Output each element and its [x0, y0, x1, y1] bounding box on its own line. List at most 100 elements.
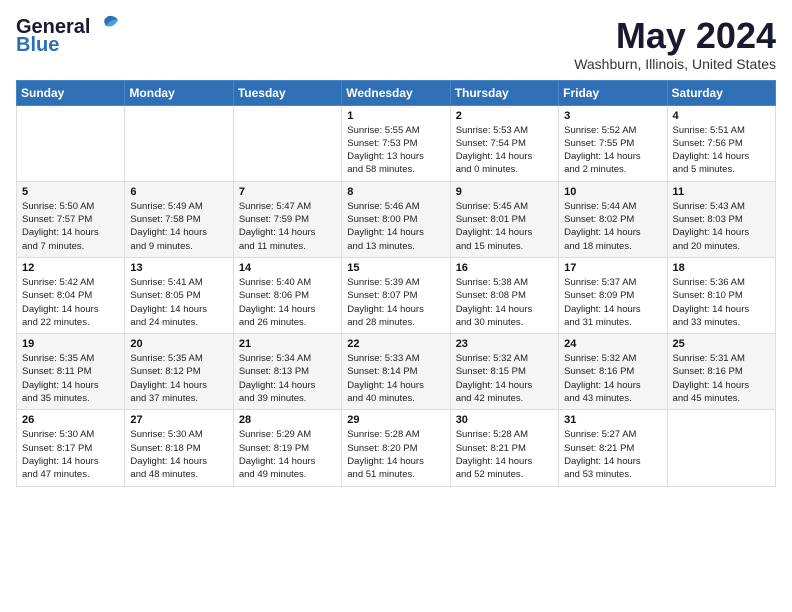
calendar-header-saturday: Saturday — [667, 80, 775, 105]
day-info: Sunrise: 5:27 AM Sunset: 8:21 PM Dayligh… — [564, 428, 661, 481]
day-number: 14 — [239, 262, 336, 274]
title-section: May 2024 Washburn, Illinois, United Stat… — [574, 16, 776, 72]
day-info: Sunrise: 5:41 AM Sunset: 8:05 PM Dayligh… — [130, 276, 227, 329]
calendar-table: SundayMondayTuesdayWednesdayThursdayFrid… — [16, 80, 776, 487]
day-info: Sunrise: 5:35 AM Sunset: 8:11 PM Dayligh… — [22, 352, 119, 405]
calendar-cell — [17, 105, 125, 181]
day-info: Sunrise: 5:31 AM Sunset: 8:16 PM Dayligh… — [673, 352, 770, 405]
calendar-cell: 20Sunrise: 5:35 AM Sunset: 8:12 PM Dayli… — [125, 334, 233, 410]
day-info: Sunrise: 5:32 AM Sunset: 8:16 PM Dayligh… — [564, 352, 661, 405]
calendar-cell: 8 Sunrise: 5:46 AM Sunset: 8:00 PM Daylig… — [342, 181, 450, 257]
day-number: 24 — [564, 338, 661, 350]
calendar-cell: 14 Sunrise: 5:40 AM Sunset: 8:06 PM Dayli… — [233, 257, 341, 333]
day-number: 17 — [564, 262, 661, 274]
day-number: 9 — [456, 186, 553, 198]
calendar-week-row: 5Sunrise: 5:50 AM Sunset: 7:57 PM Daylig… — [17, 181, 776, 257]
day-info: Sunrise: 5:39 AM Sunset: 8:07 PM Dayligh… — [347, 276, 444, 329]
day-number: 30 — [456, 414, 553, 426]
day-number: 16 — [456, 262, 553, 274]
day-number: 31 — [564, 414, 661, 426]
calendar-header-tuesday: Tuesday — [233, 80, 341, 105]
calendar-cell: 7Sunrise: 5:47 AM Sunset: 7:59 PM Daylig… — [233, 181, 341, 257]
day-info: Sunrise: 5:30 AM Sunset: 8:17 PM Dayligh… — [22, 428, 119, 481]
day-info: Sunrise: 5:46 AM Sunset: 8:00 PM Dayligh… — [347, 200, 444, 253]
day-number: 25 — [673, 338, 770, 350]
logo: General Blue — [16, 16, 120, 57]
calendar-cell: 9Sunrise: 5:45 AM Sunset: 8:01 PM Daylig… — [450, 181, 558, 257]
day-number: 2 — [456, 110, 553, 122]
location: Washburn, Illinois, United States — [574, 56, 776, 72]
day-number: 4 — [673, 110, 770, 122]
day-number: 7 — [239, 186, 336, 198]
calendar-cell: 10 Sunrise: 5:44 AM Sunset: 8:02 PM Dayli… — [559, 181, 667, 257]
calendar-cell: 16 Sunrise: 5:38 AM Sunset: 8:08 PM Dayli… — [450, 257, 558, 333]
calendar-cell: 23Sunrise: 5:32 AM Sunset: 8:15 PM Dayli… — [450, 334, 558, 410]
day-number: 19 — [22, 338, 119, 350]
day-info: Sunrise: 5:42 AM Sunset: 8:04 PM Dayligh… — [22, 276, 119, 329]
logo-bird-icon — [92, 14, 120, 38]
day-number: 11 — [673, 186, 770, 198]
day-number: 21 — [239, 338, 336, 350]
calendar-cell: 17 Sunrise: 5:37 AM Sunset: 8:09 PM Dayli… — [559, 257, 667, 333]
day-number: 26 — [22, 414, 119, 426]
day-number: 6 — [130, 186, 227, 198]
calendar-header-sunday: Sunday — [17, 80, 125, 105]
day-info: Sunrise: 5:30 AM Sunset: 8:18 PM Dayligh… — [130, 428, 227, 481]
calendar-cell: 3 Sunrise: 5:52 AM Sunset: 7:55 PM Daylig… — [559, 105, 667, 181]
calendar-cell: 1Sunrise: 5:55 AM Sunset: 7:53 PM Daylig… — [342, 105, 450, 181]
calendar-cell: 11 Sunrise: 5:43 AM Sunset: 8:03 PM Dayli… — [667, 181, 775, 257]
day-info: Sunrise: 5:35 AM Sunset: 8:12 PM Dayligh… — [130, 352, 227, 405]
day-number: 3 — [564, 110, 661, 122]
day-number: 10 — [564, 186, 661, 198]
day-number: 29 — [347, 414, 444, 426]
calendar-cell: 2 Sunrise: 5:53 AM Sunset: 7:54 PM Daylig… — [450, 105, 558, 181]
day-info: Sunrise: 5:32 AM Sunset: 8:15 PM Dayligh… — [456, 352, 553, 405]
day-info: Sunrise: 5:52 AM Sunset: 7:55 PM Dayligh… — [564, 124, 661, 177]
calendar-header-monday: Monday — [125, 80, 233, 105]
day-info: Sunrise: 5:44 AM Sunset: 8:02 PM Dayligh… — [564, 200, 661, 253]
day-number: 27 — [130, 414, 227, 426]
day-number: 13 — [130, 262, 227, 274]
day-info: Sunrise: 5:40 AM Sunset: 8:06 PM Dayligh… — [239, 276, 336, 329]
calendar-cell: 6 Sunrise: 5:49 AM Sunset: 7:58 PM Daylig… — [125, 181, 233, 257]
calendar-cell: 19 Sunrise: 5:35 AM Sunset: 8:11 PM Dayli… — [17, 334, 125, 410]
calendar-cell: 31 Sunrise: 5:27 AM Sunset: 8:21 PM Dayli… — [559, 410, 667, 486]
calendar-cell: 21 Sunrise: 5:34 AM Sunset: 8:13 PM Dayli… — [233, 334, 341, 410]
calendar-week-row: 26 Sunrise: 5:30 AM Sunset: 8:17 PM Dayli… — [17, 410, 776, 486]
day-info: Sunrise: 5:33 AM Sunset: 8:14 PM Dayligh… — [347, 352, 444, 405]
calendar-cell: 28Sunrise: 5:29 AM Sunset: 8:19 PM Dayli… — [233, 410, 341, 486]
logo-text-blue: Blue — [16, 34, 59, 57]
month-title: May 2024 — [574, 16, 776, 56]
calendar-cell — [125, 105, 233, 181]
calendar-cell: 13 Sunrise: 5:41 AM Sunset: 8:05 PM Dayli… — [125, 257, 233, 333]
calendar-cell: 4Sunrise: 5:51 AM Sunset: 7:56 PM Daylig… — [667, 105, 775, 181]
day-info: Sunrise: 5:49 AM Sunset: 7:58 PM Dayligh… — [130, 200, 227, 253]
calendar-cell: 12 Sunrise: 5:42 AM Sunset: 8:04 PM Dayli… — [17, 257, 125, 333]
day-info: Sunrise: 5:28 AM Sunset: 8:20 PM Dayligh… — [347, 428, 444, 481]
calendar-header-row: SundayMondayTuesdayWednesdayThursdayFrid… — [17, 80, 776, 105]
calendar-cell: 18 Sunrise: 5:36 AM Sunset: 8:10 PM Dayli… — [667, 257, 775, 333]
calendar-cell — [233, 105, 341, 181]
day-info: Sunrise: 5:37 AM Sunset: 8:09 PM Dayligh… — [564, 276, 661, 329]
calendar-cell: 25 Sunrise: 5:31 AM Sunset: 8:16 PM Dayli… — [667, 334, 775, 410]
calendar-cell: 30 Sunrise: 5:28 AM Sunset: 8:21 PM Dayli… — [450, 410, 558, 486]
calendar-cell: 26 Sunrise: 5:30 AM Sunset: 8:17 PM Dayli… — [17, 410, 125, 486]
day-info: Sunrise: 5:53 AM Sunset: 7:54 PM Dayligh… — [456, 124, 553, 177]
calendar-cell: 5Sunrise: 5:50 AM Sunset: 7:57 PM Daylig… — [17, 181, 125, 257]
calendar-header-wednesday: Wednesday — [342, 80, 450, 105]
day-number: 12 — [22, 262, 119, 274]
calendar-week-row: 1Sunrise: 5:55 AM Sunset: 7:53 PM Daylig… — [17, 105, 776, 181]
day-number: 1 — [347, 110, 444, 122]
calendar-cell — [667, 410, 775, 486]
day-number: 8 — [347, 186, 444, 198]
day-info: Sunrise: 5:43 AM Sunset: 8:03 PM Dayligh… — [673, 200, 770, 253]
day-info: Sunrise: 5:36 AM Sunset: 8:10 PM Dayligh… — [673, 276, 770, 329]
day-info: Sunrise: 5:34 AM Sunset: 8:13 PM Dayligh… — [239, 352, 336, 405]
day-number: 18 — [673, 262, 770, 274]
day-number: 5 — [22, 186, 119, 198]
day-info: Sunrise: 5:38 AM Sunset: 8:08 PM Dayligh… — [456, 276, 553, 329]
calendar-cell: 24 Sunrise: 5:32 AM Sunset: 8:16 PM Dayli… — [559, 334, 667, 410]
day-number: 22 — [347, 338, 444, 350]
day-info: Sunrise: 5:28 AM Sunset: 8:21 PM Dayligh… — [456, 428, 553, 481]
calendar-week-row: 19 Sunrise: 5:35 AM Sunset: 8:11 PM Dayli… — [17, 334, 776, 410]
